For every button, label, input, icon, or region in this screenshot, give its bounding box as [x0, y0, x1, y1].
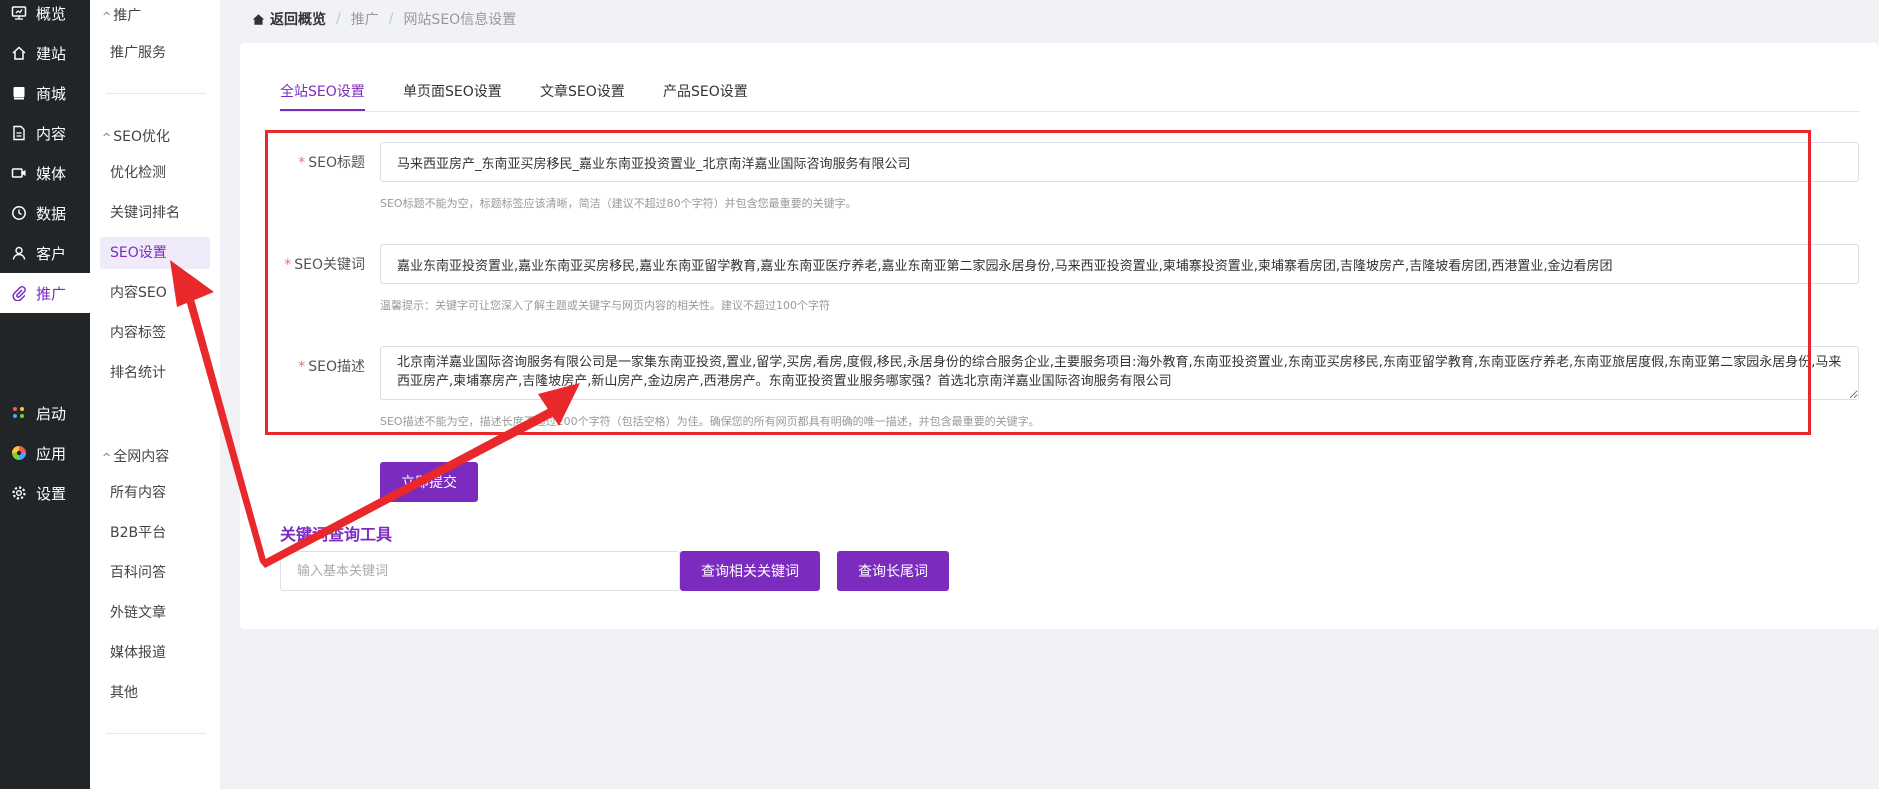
nav-label: 客户	[36, 244, 67, 263]
video-icon	[10, 164, 28, 182]
nav-label: 启动	[36, 404, 67, 423]
menu-item-content-tags[interactable]: 内容标签	[100, 317, 210, 349]
chevron-up-icon: ^	[102, 10, 112, 23]
nav-label: 应用	[36, 444, 67, 463]
seo-keywords-hint: 温馨提示：关键字可让您深入了解主题或关键字与网页内容的相关性。建议不超过100个…	[380, 299, 830, 312]
nav-label: 推广	[36, 284, 67, 303]
tab-article-seo[interactable]: 文章SEO设置	[540, 81, 625, 111]
menu-item-ranking-stats[interactable]: 排名统计	[100, 357, 210, 389]
main-nav: 概览 建站 商城 内容 媒体 数据 客户 推广 启动 应用 设置	[0, 0, 90, 789]
menu-item-other[interactable]: 其他	[100, 677, 210, 709]
nav-label: 商城	[36, 84, 67, 103]
nav-item-customer[interactable]: 客户	[0, 233, 90, 273]
query-longtail-button[interactable]: 查询长尾词	[837, 551, 949, 591]
nav-item-launch[interactable]: 启动	[0, 393, 90, 433]
breadcrumb-separator: /	[388, 11, 394, 27]
home-icon	[10, 44, 28, 62]
nav-item-content[interactable]: 内容	[0, 113, 90, 153]
nav-label: 内容	[36, 124, 67, 143]
nav-item-media[interactable]: 媒体	[0, 153, 90, 193]
query-related-keywords-button[interactable]: 查询相关关键词	[680, 551, 820, 591]
menu-group-promotion[interactable]: ^ 推广	[102, 5, 141, 25]
divider	[106, 93, 206, 94]
menu-item-seo-settings[interactable]: SEO设置	[100, 237, 210, 269]
submit-button[interactable]: 立即提交	[380, 462, 478, 502]
menu-item-promotion-service[interactable]: 推广服务	[100, 37, 210, 69]
seo-description-textarea[interactable]: 北京南洋嘉业国际咨询服务有限公司是一家集东南亚投资,置业,留学,买房,看房,度假…	[380, 346, 1859, 400]
nav-item-apps[interactable]: 应用	[0, 433, 90, 473]
nav-label: 建站	[36, 44, 67, 63]
nav-label: 设置	[36, 484, 67, 503]
required-mark: *	[298, 359, 306, 375]
colorwheel-icon	[10, 444, 28, 462]
seo-description-label: * SEO描述	[298, 359, 365, 375]
menu-item-media-reports[interactable]: 媒体报道	[100, 637, 210, 669]
overview-icon	[10, 4, 28, 22]
keyword-input[interactable]	[280, 551, 680, 591]
secondary-menu: ^ 推广 推广服务 ^ SEO优化 优化检测 关键词排名 SEO设置 内容SEO 内…	[90, 0, 220, 789]
nav-item-data[interactable]: 数据	[0, 193, 90, 233]
seo-keywords-label: * SEO关键词	[284, 257, 365, 273]
home-icon	[252, 13, 265, 26]
breadcrumb: 返回概览 / 推广 / 网站SEO信息设置	[252, 9, 516, 29]
chevron-up-icon: ^	[102, 451, 112, 464]
nav-item-build[interactable]: 建站	[0, 33, 90, 73]
nav-item-promotion[interactable]: 推广	[0, 273, 90, 313]
seo-title-label: * SEO标题	[298, 155, 365, 171]
tab-divider	[280, 111, 1860, 112]
breadcrumb-current: 网站SEO信息设置	[403, 12, 517, 28]
seo-title-input[interactable]	[380, 142, 1859, 182]
menu-item-b2b[interactable]: B2B平台	[100, 517, 210, 549]
menu-item-all-content[interactable]: 所有内容	[100, 477, 210, 509]
menu-item-optimization-check[interactable]: 优化检测	[100, 157, 210, 189]
seo-settings-card: 全站SEO设置 单页面SEO设置 文章SEO设置 产品SEO设置 * SEO标题 …	[240, 43, 1879, 629]
user-icon	[10, 244, 28, 262]
menu-item-content-seo[interactable]: 内容SEO	[100, 277, 210, 309]
seo-keywords-input[interactable]	[380, 244, 1859, 284]
gear-icon	[10, 484, 28, 502]
chevron-up-icon: ^	[102, 131, 112, 144]
nav-label: 数据	[36, 204, 67, 223]
nav-label: 概览	[36, 4, 67, 23]
menu-item-qa[interactable]: 百科问答	[100, 557, 210, 589]
nav-label: 媒体	[36, 164, 67, 183]
seo-description-hint: SEO描述不能为空，描述长度不超过200个字符（包括空格）为佳。确保您的所有网页…	[380, 415, 1040, 428]
keyword-tool-title: 关键词查询工具	[280, 525, 393, 544]
seo-title-hint: SEO标题不能为空，标题标签应该清晰，简洁（建议不超过80个字符）并包含您最重要…	[380, 197, 857, 210]
nav-item-shop[interactable]: 商城	[0, 73, 90, 113]
menu-group-seo[interactable]: ^ SEO优化	[102, 126, 170, 146]
menu-group-web-content[interactable]: ^ 全网内容	[102, 446, 169, 466]
nav-item-overview[interactable]: 概览	[0, 0, 90, 33]
required-mark: *	[284, 257, 292, 273]
menu-item-external-articles[interactable]: 外链文章	[100, 597, 210, 629]
breadcrumb-separator: /	[336, 11, 341, 27]
nav-item-settings[interactable]: 设置	[0, 473, 90, 513]
required-mark: *	[298, 155, 306, 171]
divider	[106, 733, 206, 734]
tab-product-seo[interactable]: 产品SEO设置	[663, 81, 748, 111]
breadcrumb-promotion[interactable]: 推广	[351, 9, 379, 29]
document-icon	[10, 124, 28, 142]
menu-item-keyword-ranking[interactable]: 关键词排名	[100, 197, 210, 229]
shop-icon	[10, 84, 28, 102]
paperclip-icon	[10, 284, 28, 302]
breadcrumb-home[interactable]: 返回概览	[252, 9, 326, 29]
tab-site-seo[interactable]: 全站SEO设置	[280, 81, 365, 111]
dots-icon	[10, 404, 28, 422]
clock-icon	[10, 204, 28, 222]
tab-single-page-seo[interactable]: 单页面SEO设置	[403, 81, 502, 111]
